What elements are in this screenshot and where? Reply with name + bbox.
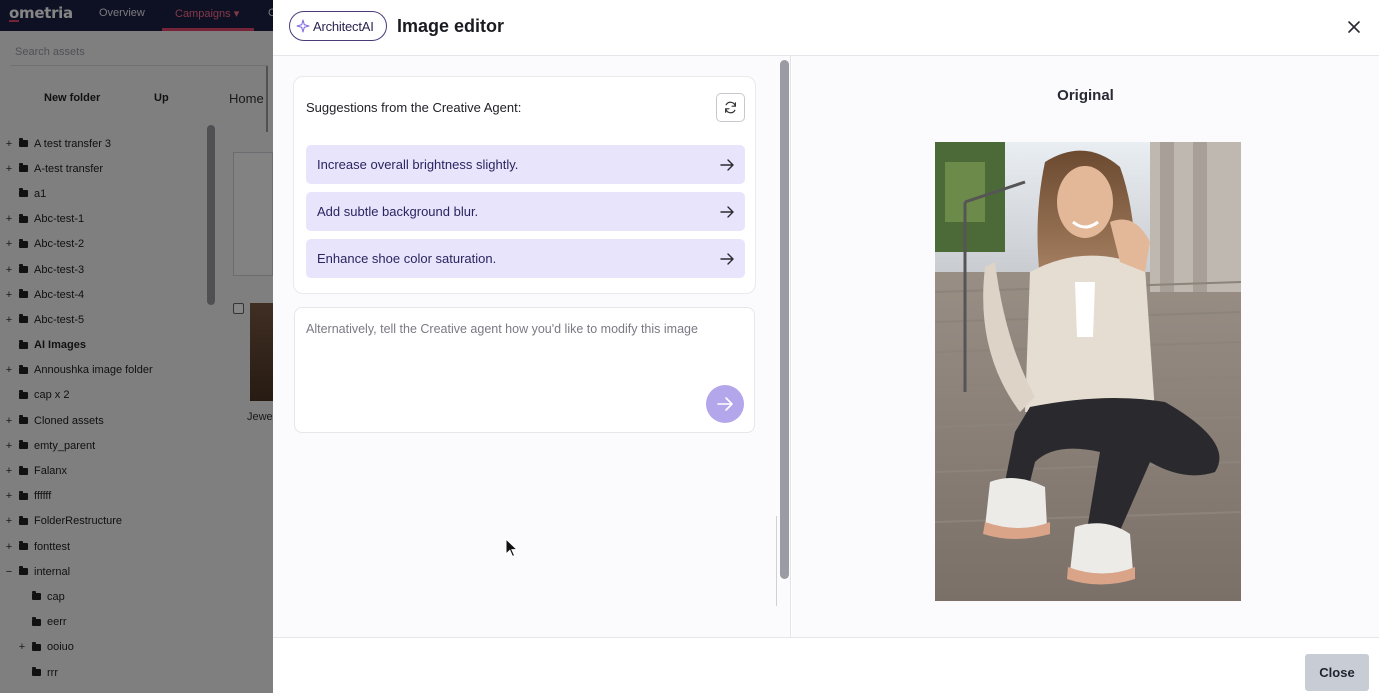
suggestions-card: Suggestions from the Creative Agent: Inc… bbox=[293, 76, 756, 294]
prompt-card bbox=[294, 307, 755, 433]
original-image bbox=[935, 142, 1241, 601]
scroll-track bbox=[776, 516, 777, 606]
arrow-right-icon bbox=[720, 205, 734, 218]
send-prompt-button[interactable] bbox=[706, 385, 744, 423]
sparkle-icon bbox=[296, 19, 310, 33]
suggestion-blur[interactable]: Add subtle background blur. bbox=[306, 192, 745, 231]
controls-scrollbar[interactable] bbox=[780, 60, 789, 579]
suggestions-title: Suggestions from the Creative Agent: bbox=[306, 100, 522, 115]
mouse-cursor-icon bbox=[505, 538, 519, 558]
arrow-right-icon bbox=[720, 158, 734, 171]
refresh-icon bbox=[725, 101, 736, 114]
close-button[interactable]: Close bbox=[1305, 654, 1369, 691]
modify-prompt-input[interactable] bbox=[306, 320, 726, 380]
suggestion-label: Add subtle background blur. bbox=[317, 204, 479, 219]
modal-title: Image editor bbox=[397, 16, 505, 36]
suggestion-label: Increase overall brightness slightly. bbox=[317, 157, 519, 172]
arrow-right-icon bbox=[717, 397, 733, 411]
architect-ai-badge: ArchitectAI bbox=[289, 11, 387, 41]
modal-footer: Close bbox=[273, 637, 1379, 693]
refresh-suggestions-button[interactable] bbox=[716, 93, 745, 122]
modal-header: ArchitectAI Image editor bbox=[273, 0, 1379, 56]
preview-pane: Original bbox=[792, 56, 1379, 637]
suggestion-label: Enhance shoe color saturation. bbox=[317, 251, 497, 266]
image-editor-modal: ArchitectAI Image editor Suggestions fro… bbox=[273, 0, 1379, 693]
woman-sitting-on-steps-photo bbox=[935, 142, 1241, 601]
editor-controls-pane: Suggestions from the Creative Agent: Inc… bbox=[273, 56, 791, 637]
suggestion-brightness[interactable]: Increase overall brightness slightly. bbox=[306, 145, 745, 184]
arrow-right-icon bbox=[720, 252, 734, 265]
brand-label: ArchitectAI bbox=[313, 18, 374, 34]
close-icon[interactable] bbox=[1343, 16, 1365, 38]
suggestion-saturation[interactable]: Enhance shoe color saturation. bbox=[306, 239, 745, 278]
original-label: Original bbox=[1057, 87, 1114, 104]
